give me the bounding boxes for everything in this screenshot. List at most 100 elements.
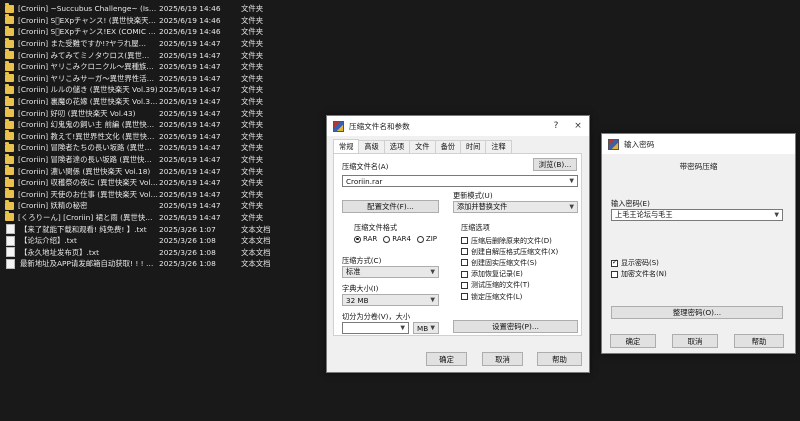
file-row[interactable]: [Croriin] S゚EXpチャンス! (異世快楽天… 2025/6/19 14… xyxy=(0,14,320,27)
split-size-input[interactable]: ▼ xyxy=(342,322,409,334)
help-button[interactable]: 帮助 xyxy=(734,334,784,348)
tab-2[interactable]: 选项 xyxy=(383,140,411,153)
set-password-button[interactable]: 设置密码(P)... xyxy=(453,320,578,333)
tab-5[interactable]: 时间 xyxy=(459,140,487,153)
file-row[interactable]: [Croriin] 裏魔の花嫁 (異世快楽天 Vol.3… 2025/6/19 1… xyxy=(0,95,320,108)
file-row[interactable]: [Croriin] ヤリこみクロニクル～異種族… 2025/6/19 14:47 文… xyxy=(0,60,320,73)
split-unit-select[interactable]: MB ▼ xyxy=(413,322,439,334)
file-row[interactable]: 【论坛介绍】.txt 2025/3/26 1:08 文本文档 xyxy=(0,235,320,247)
file-date: 2025/6/19 14:47 xyxy=(159,120,221,130)
tab-1[interactable]: 高级 xyxy=(358,140,385,153)
file-row[interactable]: [Croriin] 冒険者たちの長い坂路 (異世快… 2025/6/19 14:4… xyxy=(0,141,320,154)
file-row[interactable]: [Croriin] また受難ですか!?ヤラれ屋… 2025/6/19 14:47 文… xyxy=(0,37,320,50)
dict-select[interactable]: 32 MB ▼ xyxy=(342,294,439,306)
file-date: 2025/6/19 14:47 xyxy=(159,97,221,107)
file-type: 文件夹 xyxy=(241,201,264,211)
tab-6[interactable]: 注释 xyxy=(485,140,512,153)
cancel-button[interactable]: 取消 xyxy=(482,352,523,366)
file-row[interactable]: [Croriin] 天使のお仕事 (異世快楽天 Vol… 2025/6/19 14… xyxy=(0,188,320,201)
file-row[interactable]: [くろりーん] [Croriin] 裙と雨 (異世快楽… 2025/6/19 14… xyxy=(0,211,320,224)
file-name: [Croriin] 教えて!異世界性文化 (異世快… xyxy=(18,131,155,141)
file-row[interactable]: [Croriin] ヤリこみサーガ～異世界性活… 2025/6/19 14:47 文… xyxy=(0,72,320,85)
dict-value: 32 MB xyxy=(346,295,369,305)
file-row[interactable]: 【来了就能下载和观看! 纯免费! 】.txt 2025/3/26 1:07 文本文档 xyxy=(0,223,320,235)
file-type: 文件夹 xyxy=(241,50,264,60)
file-type: 文件夹 xyxy=(241,39,264,49)
file-name: [Croriin] 収穫祭の夜に (異世快楽天 Vol… xyxy=(18,178,158,188)
folder-icon xyxy=(5,176,14,187)
folder-icon xyxy=(5,49,14,60)
option-checkbox-0[interactable]: 压缩后删除原来的文件(D) xyxy=(461,235,558,246)
option-label: 创建自解压格式压缩文件(X) xyxy=(471,247,559,256)
browse-button[interactable]: 浏览(B)... xyxy=(533,158,577,171)
file-row[interactable]: [Croriin] 収穫祭の夜に (異世快楽天 Vol… 2025/6/19 14… xyxy=(0,176,320,189)
help-icon[interactable]: ? xyxy=(545,121,567,131)
password-dialog-titlebar[interactable]: 输入密码 xyxy=(602,134,795,154)
file-name: [Croriin] ~Succubus Challenge~ (Isek… xyxy=(18,4,158,14)
options-group: 压缩选项 压缩后删除原来的文件(D) 创建自解压格式压缩文件(X) 创建固实压缩文件… xyxy=(453,223,579,314)
format-radio-2[interactable]: ZIP xyxy=(416,235,438,243)
profiles-button[interactable]: 配置文件(F)... xyxy=(342,200,439,213)
encrypt-names-checkbox[interactable]: 加密文件名(N) xyxy=(611,269,667,279)
option-checkbox-3[interactable]: 添加恢复记录(E) xyxy=(461,269,558,280)
format-label: ZIP xyxy=(425,235,438,243)
archive-name-input[interactable]: Croriin.rar ▼ xyxy=(342,175,578,187)
format-radio-1[interactable]: RAR4 xyxy=(383,235,411,243)
organize-passwords-button[interactable]: 整理密码(O)... xyxy=(611,306,783,319)
method-select[interactable]: 标准 ▼ xyxy=(342,266,439,278)
ok-button[interactable]: 确定 xyxy=(610,334,656,348)
tab-3[interactable]: 文件 xyxy=(409,140,436,153)
file-row[interactable]: [Croriin] ~Succubus Challenge~ (Isek… 202… xyxy=(0,2,320,15)
password-dialog-title: 输入密码 xyxy=(624,139,655,149)
checkbox-box xyxy=(461,293,468,301)
option-checkbox-1[interactable]: 创建自解压格式压缩文件(X) xyxy=(461,246,558,257)
format-radio-0[interactable]: RAR xyxy=(354,235,377,243)
password-value: 上毛王论坛与毛王 xyxy=(615,210,673,219)
tab-4[interactable]: 备份 xyxy=(434,140,461,153)
radio-circle xyxy=(383,235,391,243)
file-row[interactable]: [Croriin] S゚EXpチャンス!EX (COMIC … 2025/6/19… xyxy=(0,25,320,38)
folder-icon xyxy=(5,130,14,141)
option-checkbox-4[interactable]: 测试压缩的文件(T) xyxy=(461,280,558,291)
file-row[interactable]: [Croriin] 教えて!異世界性文化 (異世快… 2025/6/19 14:4… xyxy=(0,130,320,143)
ok-button[interactable]: 确定 xyxy=(426,352,467,366)
update-mode-label: 更新模式(U) xyxy=(453,191,493,200)
show-password-checkbox[interactable]: 显示密码(S) xyxy=(611,258,659,268)
chevron-down-icon: ▼ xyxy=(774,211,779,219)
option-checkbox-2[interactable]: 创建固实压缩文件(S) xyxy=(461,257,558,268)
file-date: 2025/3/26 1:08 xyxy=(159,236,216,246)
password-input[interactable]: 上毛王论坛与毛王 ▼ xyxy=(611,209,783,221)
file-name: [Croriin] 天使のお仕事 (異世快楽天 Vol… xyxy=(18,189,158,199)
file-row[interactable]: [Croriin] ルルの儲き (異世快楽天 Vol.39) 2025/6/19 … xyxy=(0,83,320,96)
file-date: 2025/6/19 14:47 xyxy=(159,62,221,72)
update-mode-select[interactable]: 添加并替换文件 ▼ xyxy=(453,201,578,213)
split-unit-value: MB xyxy=(417,323,429,333)
folder-icon xyxy=(5,199,14,210)
archive-params-dialog: 压缩文件名和参数 ? × 常规 高级 选项 文件 备份 时间 注释 压缩文件名(A) 浏览(… xyxy=(326,115,590,373)
file-row[interactable]: [Croriin] 濃い関係 (異世快楽天 Vol.18) 2025/6/19 1… xyxy=(0,165,320,177)
file-row[interactable]: [Croriin] 妖精の秘密 2025/6/19 14:47 文件夹 xyxy=(0,199,320,212)
file-name: [Croriin] 冒険者たちの長い坂路 (異世快… xyxy=(18,143,158,153)
file-type: 文件夹 xyxy=(241,212,264,222)
chevron-down-icon: ▼ xyxy=(430,324,435,332)
file-type: 文件夹 xyxy=(241,189,264,199)
file-row[interactable]: [Croriin] 幻鬼鬼の飼い主 前編 (異世快… 2025/6/19 14:4… xyxy=(0,118,320,131)
file-row[interactable]: 【永久地址发布页】.txt 2025/3/26 1:08 文本文档 xyxy=(0,246,320,258)
file-name: [Croriin] ヤリこみクロニクル～異種族… xyxy=(18,62,154,72)
file-row[interactable]: 最新地址及APP请发邮箱自动获取! ! ! … 2025/3/26 1:08 文本文… xyxy=(0,258,320,270)
file-row[interactable]: [Croriin] 好叨 (異世快楽天 Vol.43) 2025/6/19 14:… xyxy=(0,107,320,119)
archive-dialog-titlebar[interactable]: 压缩文件名和参数 ? × xyxy=(327,116,589,136)
option-label: 添加恢复记录(E) xyxy=(471,270,523,279)
file-row[interactable]: [Croriin] 冒険者達の長い坂路 (異世快… 2025/6/19 14:47… xyxy=(0,153,320,166)
file-type: 文件夹 xyxy=(241,108,264,118)
file-type: 文件夹 xyxy=(241,178,264,188)
tab-0[interactable]: 常规 xyxy=(333,139,360,153)
file-row[interactable]: [Croriin] みてみてミノタウロス(異世… 2025/6/19 14:47 文… xyxy=(0,49,320,61)
option-label: 测试压缩的文件(T) xyxy=(471,281,530,290)
close-icon[interactable]: × xyxy=(567,121,589,131)
file-type: 文本文档 xyxy=(241,236,271,246)
option-checkbox-5[interactable]: 锁定压缩文件(L) xyxy=(461,291,558,302)
chevron-down-icon: ▼ xyxy=(430,268,435,276)
help-button[interactable]: 帮助 xyxy=(537,352,582,366)
cancel-button[interactable]: 取消 xyxy=(672,334,718,348)
